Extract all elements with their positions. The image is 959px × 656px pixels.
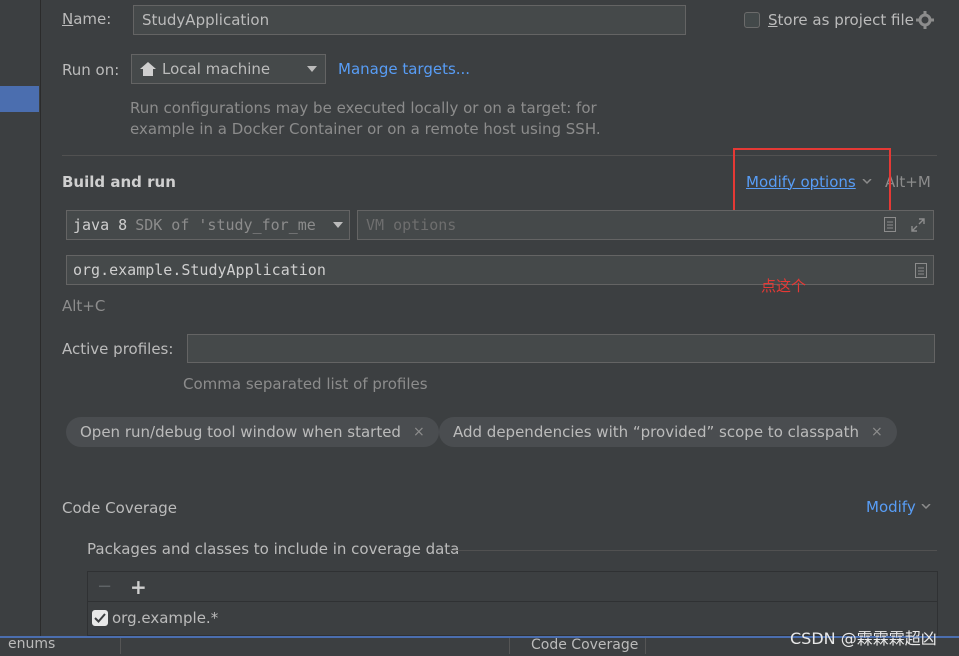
jdk-version: java 8 <box>73 216 128 234</box>
close-icon[interactable]: × <box>871 424 883 440</box>
run-on-dropdown[interactable]: Local machine <box>131 54 326 84</box>
chevron-down-icon <box>307 66 317 72</box>
coverage-modify-label: Modify <box>866 498 916 516</box>
modify-options-shortcut: Alt+M <box>885 173 931 191</box>
chevron-down-icon <box>921 504 931 510</box>
coverage-item-checkbox[interactable] <box>92 610 108 626</box>
store-as-project-file-checkbox[interactable] <box>744 12 760 28</box>
close-icon[interactable]: × <box>413 424 425 440</box>
status-divider <box>120 638 121 654</box>
name-value: StudyApplication <box>142 11 270 29</box>
add-button[interactable]: + <box>130 575 147 599</box>
coverage-packages-divider <box>450 550 937 551</box>
name-field[interactable]: StudyApplication <box>133 5 686 35</box>
option-chip-label: Open run/debug tool window when started <box>80 423 401 441</box>
document-icon[interactable] <box>915 262 927 278</box>
remove-button[interactable]: − <box>97 576 112 597</box>
jdk-dropdown[interactable]: java 8 SDK of 'study_for_me <box>66 210 350 240</box>
vm-options-field[interactable]: VM options <box>357 210 934 240</box>
chevron-down-icon <box>333 222 343 228</box>
option-chip[interactable]: Add dependencies with “provided” scope t… <box>439 417 897 447</box>
option-chip-label: Add dependencies with “provided” scope t… <box>453 423 859 441</box>
status-divider <box>509 638 510 654</box>
active-profiles-label: Active profiles: <box>62 340 174 358</box>
document-icon[interactable] <box>884 217 896 236</box>
status-center-text[interactable]: Code Coverage <box>531 637 638 653</box>
run-on-label: Run on: <box>62 61 120 79</box>
coverage-item-label: org.example.* <box>112 609 219 627</box>
store-as-project-file-label[interactable]: Store as project file <box>768 11 914 29</box>
run-on-hint-line-1: Run configurations may be executed local… <box>130 99 597 117</box>
watermark: CSDN @霖霖霖超凶 <box>790 629 937 648</box>
coverage-packages-label: Packages and classes to include in cover… <box>87 540 460 558</box>
checkmark-icon <box>94 613 106 623</box>
coverage-toolbar <box>88 572 937 602</box>
gear-icon[interactable] <box>916 11 934 33</box>
manage-targets-link[interactable]: Manage targets... <box>338 60 470 78</box>
vm-options-placeholder: VM options <box>366 216 457 234</box>
active-profiles-field[interactable] <box>187 334 935 363</box>
option-chip[interactable]: Open run/debug tool window when started … <box>66 417 439 447</box>
active-profiles-hint: Comma separated list of profiles <box>183 375 428 393</box>
home-icon <box>140 62 156 76</box>
annotation-text: 点这个 <box>761 277 807 295</box>
run-on-hint-line-2: example in a Docker Container or on a re… <box>130 120 601 138</box>
status-divider <box>645 638 646 654</box>
status-left-text[interactable]: enums <box>8 636 55 652</box>
jdk-description: SDK of 'study_for_me <box>135 216 316 234</box>
main-class-shortcut: Alt+C <box>62 297 106 315</box>
expand-icon[interactable] <box>911 218 925 232</box>
coverage-modify-button[interactable]: Modify <box>866 498 931 516</box>
left-tree-selected-item[interactable] <box>0 86 39 112</box>
run-on-value: Local machine <box>162 60 271 78</box>
code-coverage-title: Code Coverage <box>62 499 178 517</box>
name-label: Name: <box>62 10 112 28</box>
build-and-run-title: Build and run <box>62 173 176 191</box>
